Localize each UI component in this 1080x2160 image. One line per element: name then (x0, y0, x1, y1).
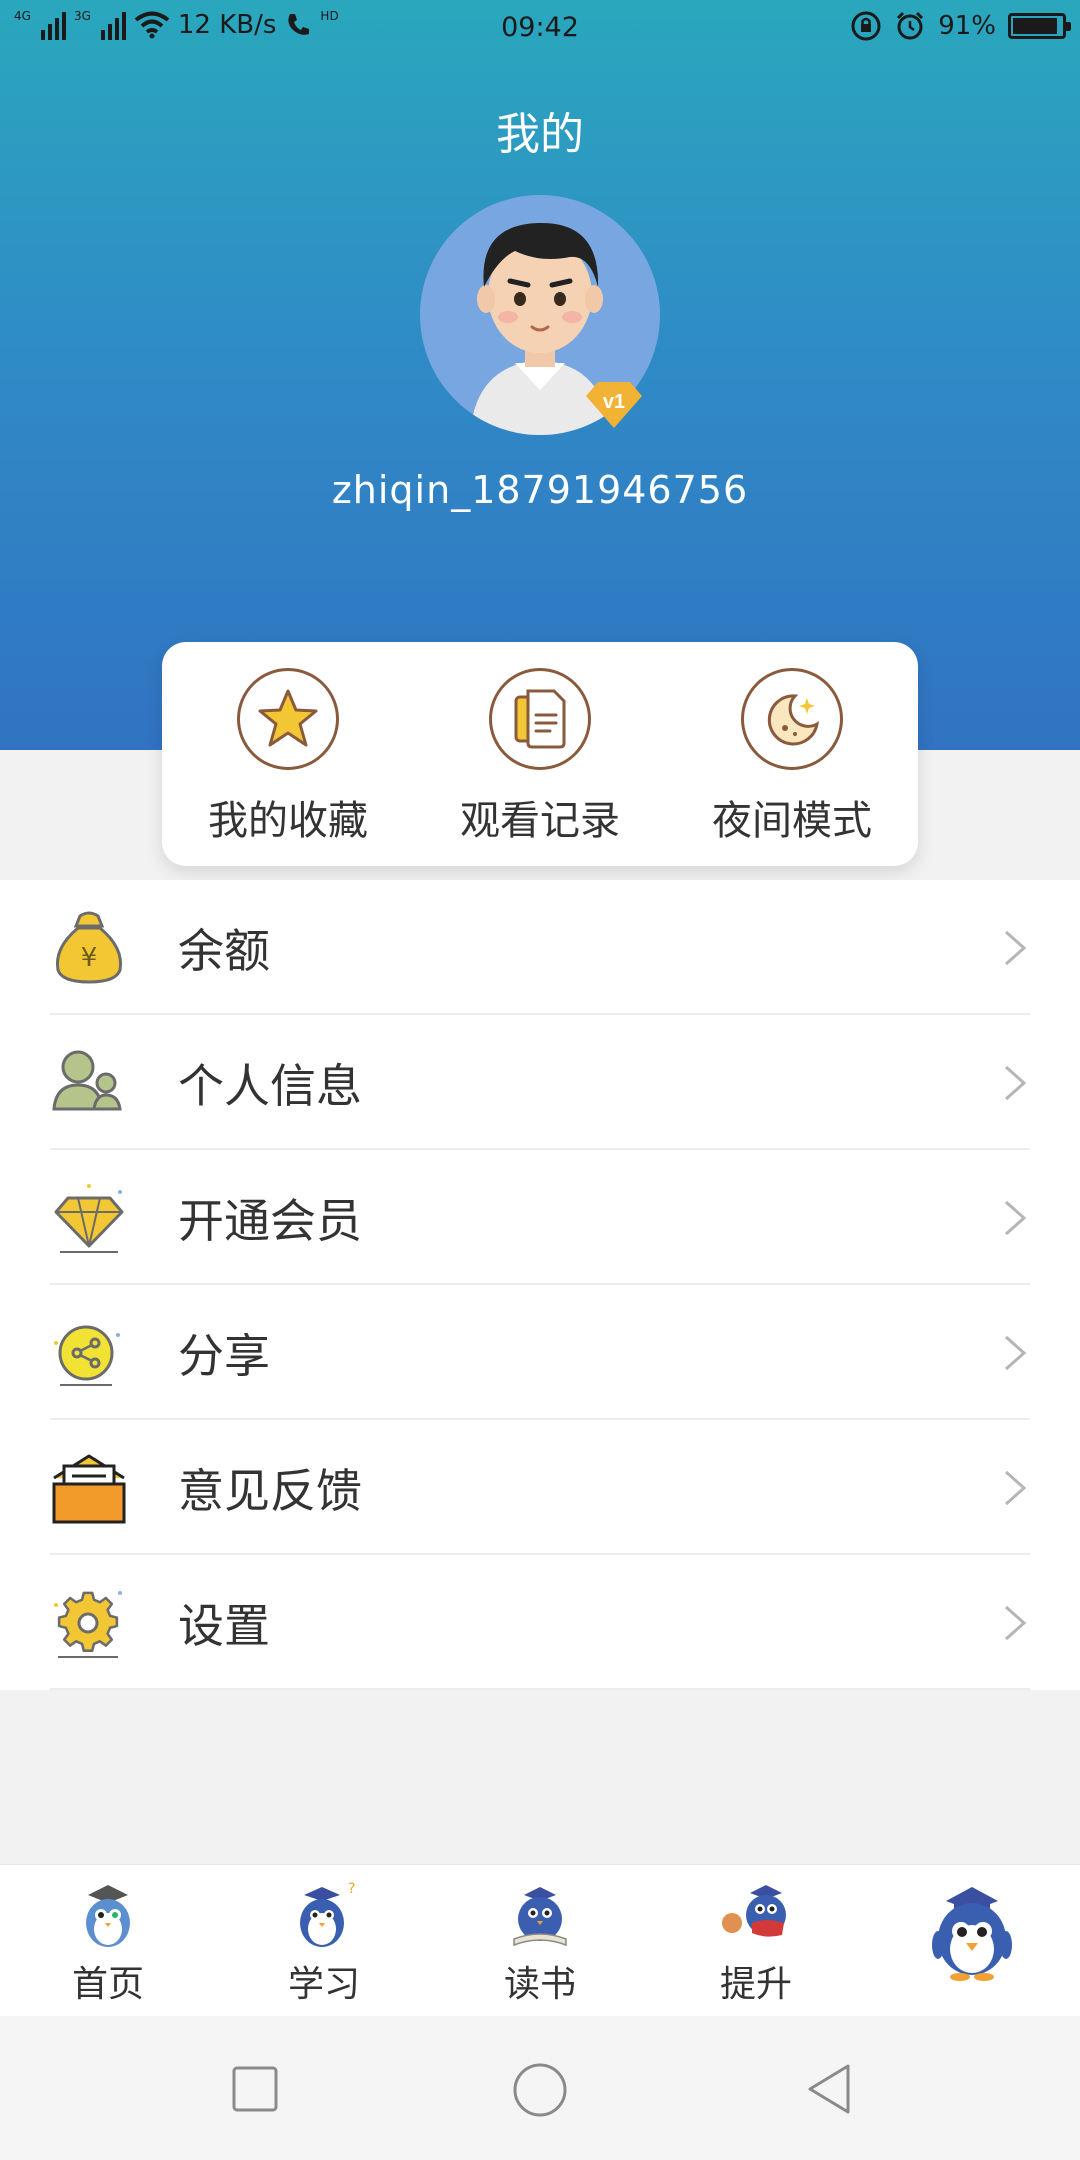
status-bar: 4G 3G 12 KB/s HD 09:42 91% (0, 0, 1080, 56)
menu-item-personal-info[interactable]: 个人信息 (0, 1015, 1080, 1150)
history-document-icon (489, 668, 591, 770)
quick-action-label: 夜间模式 (712, 798, 872, 844)
alarm-icon (897, 11, 924, 40)
quick-action-history[interactable]: 观看记录 (414, 642, 666, 866)
bottom-navigation: 首页 ? 学习 读书 提升 (0, 1864, 1080, 2016)
vip-level-badge: v1 (584, 378, 644, 430)
quick-action-label: 我的收藏 (208, 798, 368, 844)
nav-tab-label: 首页 (71, 1964, 144, 2005)
chevron-right-icon (1005, 1335, 1027, 1371)
money-bag-icon: ¥ (55, 911, 123, 984)
status-right: 91% (850, 10, 1071, 42)
nav-tab-study[interactable]: ? 学习 (216, 1865, 432, 2016)
study-penguin-icon: ? (300, 1881, 355, 1947)
improve-penguin-icon (722, 1885, 786, 1937)
user-profile-icon (52, 1050, 122, 1111)
nav-tab-label: 学习 (287, 1964, 360, 2005)
star-icon (237, 668, 339, 770)
quick-action-label: 观看记录 (460, 798, 620, 844)
menu-item-settings[interactable]: 设置 (0, 1555, 1080, 1690)
menu-item-membership[interactable]: 开通会员 (0, 1150, 1080, 1285)
menu-item-label: 个人信息 (178, 1058, 362, 1113)
menu-item-label: 分享 (178, 1328, 270, 1383)
diamond-icon (54, 1184, 124, 1253)
feedback-envelope-icon (52, 1454, 126, 1524)
menu-item-label: 余额 (178, 923, 270, 978)
menu-item-share[interactable]: 分享 (0, 1285, 1080, 1420)
nav-tab-home[interactable]: 首页 (0, 1865, 216, 2016)
profile-penguin-icon (932, 1887, 1012, 1981)
night-moon-icon (741, 668, 843, 770)
chevron-right-icon (1005, 1605, 1027, 1641)
gear-icon (54, 1591, 122, 1658)
recent-apps-icon[interactable] (232, 2066, 278, 2112)
chevron-right-icon (1005, 1065, 1027, 1101)
back-button-icon[interactable] (804, 2062, 854, 2116)
chevron-right-icon (1005, 930, 1027, 966)
menu-item-balance[interactable]: ¥ 余额 (0, 880, 1080, 1015)
quick-action-favorites[interactable]: 我的收藏 (162, 642, 414, 866)
quick-action-night-mode[interactable]: 夜间模式 (666, 642, 918, 866)
nav-tab-label: 提升 (719, 1964, 792, 2005)
menu-item-label: 开通会员 (178, 1193, 362, 1248)
svg-text:¥: ¥ (81, 943, 98, 973)
settings-menu-list: ¥ 余额 个人信息 开通会员 分享 意见反馈 设置 (0, 880, 1080, 1690)
share-icon (54, 1325, 120, 1386)
menu-item-label: 意见反馈 (178, 1463, 362, 1518)
nav-tab-reading[interactable]: 读书 (432, 1865, 648, 2016)
chevron-right-icon (1005, 1200, 1027, 1236)
battery-percentage: 91% (938, 11, 996, 41)
battery-icon (1008, 13, 1071, 39)
page-title: 我的 (496, 109, 584, 160)
battery-fill (1013, 18, 1057, 34)
home-penguin-icon (86, 1885, 130, 1947)
nav-tab-label: 读书 (503, 1964, 576, 2005)
chevron-right-icon (1005, 1470, 1027, 1506)
username: zhiqin_18791946756 (331, 468, 749, 512)
rotation-lock-icon (851, 11, 881, 41)
svg-text:?: ? (348, 1881, 355, 1897)
vip-level-text: v1 (603, 391, 625, 413)
menu-item-label: 设置 (178, 1598, 270, 1653)
nav-tab-improve[interactable]: 提升 (648, 1865, 864, 2016)
home-button-icon[interactable] (512, 2062, 568, 2118)
quick-actions-card: 我的收藏 观看记录 夜间模式 (162, 642, 918, 866)
menu-item-feedback[interactable]: 意见反馈 (0, 1420, 1080, 1555)
reading-penguin-icon (513, 1887, 567, 1947)
nav-tab-profile[interactable] (864, 1865, 1080, 2016)
system-navigation-bar (0, 2016, 1080, 2160)
